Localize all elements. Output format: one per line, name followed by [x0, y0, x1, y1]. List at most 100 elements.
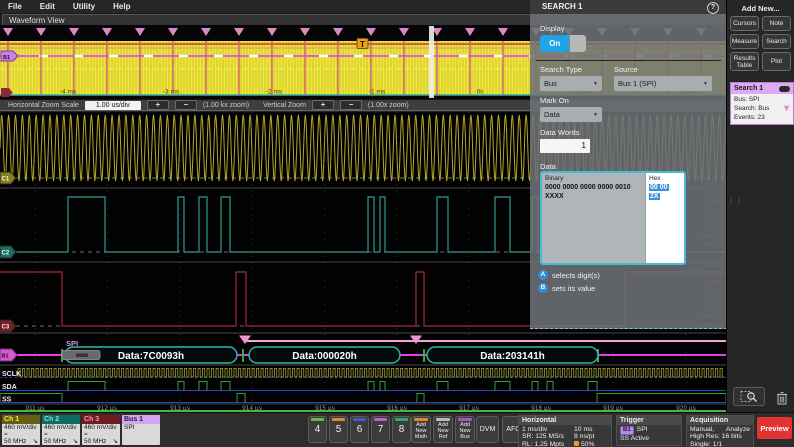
chevron-down-icon: ▼: [703, 81, 708, 87]
v-zoom-in-button[interactable]: +: [312, 100, 334, 110]
channel-4-button[interactable]: 4: [308, 416, 327, 443]
mark-on-label: Mark On: [540, 96, 569, 105]
channel-badge-ch1[interactable]: Ch 1460 mV/div≈50 MHz↘: [2, 415, 40, 445]
coupling-icon: ≈: [2, 431, 40, 438]
trigger-badge[interactable]: Trigger B1SPI SS Active: [616, 415, 682, 446]
horizontal-badge[interactable]: Horizontal 1 ms/div10 msSR: 125 MS/s8 ns…: [518, 415, 612, 447]
hex-pane[interactable]: Hex 00 00 2X: [645, 173, 684, 263]
search-1-badge-body: ▼ Bus: SPISearch: BusEvents: 23: [731, 94, 793, 124]
delete-button[interactable]: [773, 389, 791, 406]
measure-button[interactable]: Measure: [730, 34, 759, 49]
svg-text:-3 ms: -3 ms: [163, 89, 180, 96]
bandwidth-icon: ↘: [73, 438, 78, 445]
data-words-input[interactable]: 1: [540, 139, 590, 153]
horizontal-value: 1 ms/div: [522, 426, 574, 433]
svg-text:T: T: [360, 40, 365, 49]
horizontal-row: SR: 125 MS/s8 ns/pt: [522, 433, 608, 440]
zoom-box-icon: [740, 390, 758, 403]
dvm-button[interactable]: DVM: [476, 416, 499, 443]
horizontal-value: 8 ns/pt: [574, 433, 594, 440]
h-zoom-out-button[interactable]: −: [175, 100, 197, 110]
binary-value[interactable]: 0000 0000 0000 0000 0010 XXXX: [545, 183, 642, 201]
multipurpose-b-icon: B: [538, 283, 548, 293]
zoom-window-indicator[interactable]: [429, 26, 434, 98]
search-1-info-line: Events: 23: [734, 113, 790, 122]
channel-color-stripe: [332, 418, 345, 421]
channel-badge-header: Ch 1: [2, 415, 40, 424]
help-icon[interactable]: ?: [707, 2, 719, 14]
cursors-button[interactable]: Cursors: [730, 16, 759, 31]
search-panel-titlebar: SEARCH 1 ?: [530, 0, 727, 14]
horizontal-value: RL: 1.25 Mpts: [522, 441, 574, 447]
trigger-detail: SS Active: [620, 435, 678, 442]
trigger-indicator[interactable]: T: [357, 39, 368, 49]
data-entry-box[interactable]: Binary 0000 0000 0000 0000 0010 XXXX Hex…: [540, 171, 686, 265]
display-toggle-knob: [569, 35, 586, 52]
channel-7-button[interactable]: 7: [371, 416, 390, 443]
channel-badges: Ch 1460 mV/div≈50 MHz↘Ch 2460 mV/div≈50 …: [2, 415, 160, 445]
spi-data-packet: Data:203141h: [427, 347, 598, 363]
bus-badge-bus1[interactable]: Bus 1SPI: [122, 415, 160, 445]
search-panel-title: SEARCH 1: [542, 2, 582, 11]
channel-badge-ch3[interactable]: Ch 3460 mV/div≈50 MHz↘: [82, 415, 120, 445]
svg-text:Data:7C0093h: Data:7C0093h: [118, 351, 184, 362]
hex-value[interactable]: 00 00 2X: [649, 183, 681, 201]
bandwidth-icon: ↘: [113, 438, 118, 445]
channel-5-button[interactable]: 5: [329, 416, 348, 443]
search-config-panel: SEARCH 1 ? Display On Search Type Bus ▼ …: [530, 0, 727, 329]
bus-type: SPI: [122, 424, 160, 431]
menu-help[interactable]: Help: [113, 2, 130, 11]
search-button[interactable]: Search: [762, 34, 791, 49]
panel-divider: [536, 60, 721, 61]
v-zoom-out-button[interactable]: −: [340, 100, 362, 110]
results-table-button[interactable]: Results Table: [730, 52, 759, 71]
channel-scale: 460 mV/div: [42, 424, 80, 431]
source-dropdown[interactable]: Bus 1 (SPI) ▼: [614, 76, 712, 91]
search-type-value: Bus: [544, 79, 557, 88]
h-zoom-in-button[interactable]: +: [147, 100, 169, 110]
svg-text:Data:000020h: Data:000020h: [292, 351, 356, 362]
panel-drag-handle[interactable]: ⋮⋮: [727, 200, 743, 204]
channel-8-button[interactable]: 8: [392, 416, 411, 443]
acquisition-badge[interactable]: Acquisition Manual, Analyze High Res: 16…: [686, 415, 754, 447]
add-new-math-button[interactable]: Add New Math: [411, 416, 431, 443]
search-type-dropdown[interactable]: Bus ▼: [540, 76, 602, 91]
mark-on-dropdown[interactable]: Data ▼: [540, 107, 602, 122]
search-1-badge-header[interactable]: Search 1: [731, 83, 793, 94]
display-toggle-state: On: [540, 35, 569, 52]
horizontal-zoom-scale-input[interactable]: 1.00 us/div: [85, 101, 141, 110]
display-label: Display: [540, 24, 565, 33]
menu-file[interactable]: File: [8, 2, 22, 11]
chevron-down-icon: ▼: [593, 81, 598, 87]
visibility-toggle-icon[interactable]: [779, 86, 790, 92]
preview-button[interactable]: Preview: [757, 417, 792, 439]
add-new-label: Add New...: [727, 4, 794, 13]
channel-badge-header: Ch 2: [42, 415, 80, 424]
horizontal-zoom-scale-label: Horizontal Zoom Scale: [8, 102, 79, 109]
channel-scale: 460 mV/div: [2, 424, 40, 431]
source-label: Source: [614, 65, 638, 74]
binary-pane[interactable]: Binary 0000 0000 0000 0000 0010 XXXX: [542, 173, 645, 263]
data-label: Data: [540, 162, 556, 171]
channel-6-button[interactable]: 6: [350, 416, 369, 443]
zoom-mode-button[interactable]: [733, 387, 765, 406]
note-button[interactable]: Note: [762, 16, 791, 31]
chevron-down-icon: ▼: [593, 112, 598, 118]
channel-badge-ch2[interactable]: Ch 2460 mV/div≈50 MHz↘: [42, 415, 80, 445]
svg-text:B1: B1: [2, 354, 9, 360]
channel-bandwidth: 50 MHz↘: [2, 438, 40, 445]
add-color-stripe: [414, 418, 428, 421]
display-toggle[interactable]: On: [540, 35, 586, 52]
add-new-ref-button[interactable]: Add New Ref: [433, 416, 453, 443]
plot-button[interactable]: Plot: [762, 52, 791, 71]
menu-utility[interactable]: Utility: [73, 2, 95, 11]
spi-data-packet: Data:000020h: [249, 347, 400, 363]
coupling-icon: ≈: [42, 431, 80, 438]
expansion-point-icon: [574, 441, 579, 446]
search-1-badge[interactable]: Search 1 ▼ Bus: SPISearch: BusEvents: 23: [730, 82, 794, 125]
menu-edit[interactable]: Edit: [40, 2, 55, 11]
svg-text:B1: B1: [3, 55, 10, 61]
mark-on-value: Data: [544, 110, 560, 119]
add-new-bus-button[interactable]: Add New Bus: [455, 416, 475, 443]
horizontal-row: RL: 1.25 Mpts50%: [522, 441, 608, 447]
